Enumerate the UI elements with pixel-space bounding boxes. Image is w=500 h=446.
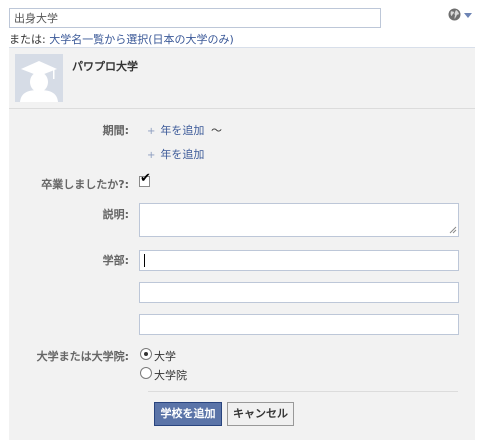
add-end-year-link[interactable]: + 年を追加 — [147, 146, 204, 162]
description-label: 説明: — [102, 208, 129, 221]
radio-graduate-school[interactable] — [140, 367, 152, 379]
cancel-button[interactable]: キャンセル — [227, 402, 294, 426]
add-school-button[interactable]: 学校を追加 — [154, 402, 222, 426]
school-picture — [15, 54, 63, 102]
plus-icon: + — [147, 150, 156, 161]
faculty-input-1[interactable] — [139, 250, 459, 271]
add-end-year-label: 年を追加 — [160, 148, 205, 161]
divider — [9, 108, 475, 109]
education-edit-panel — [9, 47, 475, 440]
graduated-label: 卒業しましたか?: — [41, 178, 129, 191]
radio-graduate-school-label: 大学院 — [154, 369, 187, 382]
checkmark-icon: ✔ — [140, 171, 151, 186]
text-cursor — [144, 254, 145, 267]
or-prefix: または: — [9, 33, 50, 46]
school-name: パワプロ大学 — [72, 60, 138, 73]
globe-icon — [448, 8, 461, 21]
chevron-down-icon — [464, 13, 472, 18]
divider — [148, 391, 458, 392]
period-label: 期間: — [102, 124, 129, 137]
school-search-input[interactable] — [9, 8, 381, 28]
school-type-label: 大学または大学院: — [36, 350, 129, 363]
graduation-cap-silhouette-icon — [15, 54, 63, 102]
privacy-selector-button[interactable] — [448, 8, 476, 24]
radio-selected-dot — [144, 352, 148, 356]
radio-university[interactable] — [140, 348, 152, 360]
graduated-checkbox[interactable]: ✔ — [139, 171, 151, 187]
university-list-link[interactable]: 大学名一覧から選択(日本の大学のみ) — [49, 33, 234, 46]
period-tilde: 〜 — [211, 124, 222, 137]
faculty-input-3[interactable] — [139, 314, 459, 335]
faculty-label: 学部: — [102, 254, 129, 267]
add-start-year-label: 年を追加 — [160, 124, 205, 137]
resize-handle-icon[interactable] — [449, 226, 457, 234]
add-start-year-link[interactable]: + 年を追加 — [147, 122, 204, 138]
or-select-line: または: 大学名一覧から選択(日本の大学のみ) — [9, 31, 234, 47]
faculty-input-2[interactable] — [139, 282, 459, 303]
plus-icon: + — [147, 126, 156, 137]
radio-university-label: 大学 — [154, 350, 176, 363]
description-textarea[interactable] — [139, 203, 459, 237]
